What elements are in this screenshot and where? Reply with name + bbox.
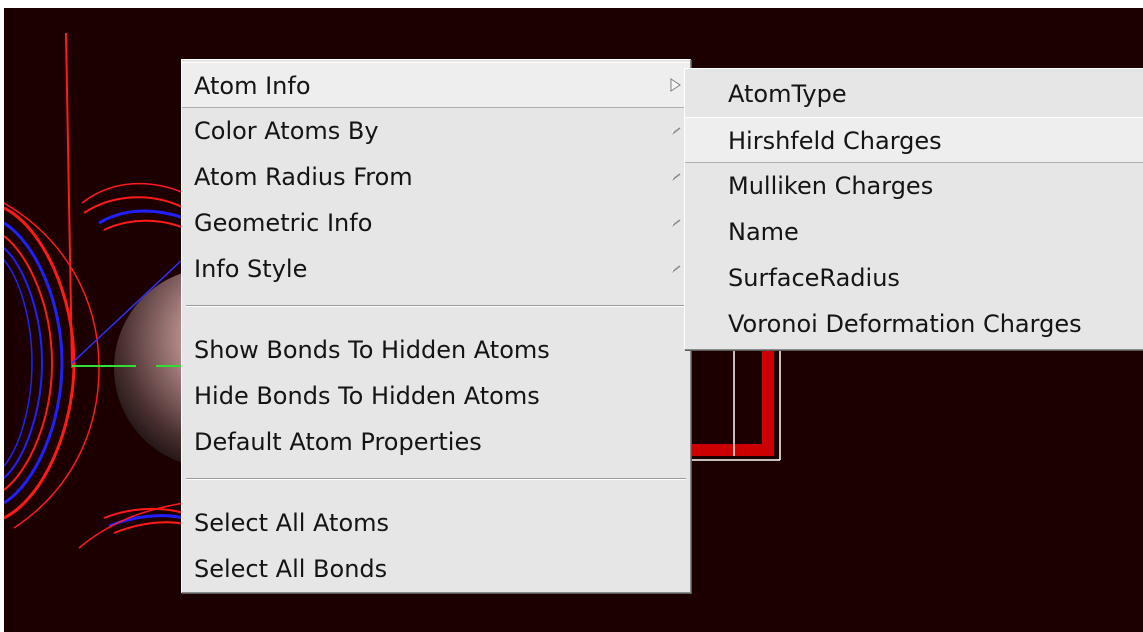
menu-item-info-style[interactable]: Info Style xyxy=(182,246,690,292)
context-menu: Atom Info Color Atoms By Atom Radius Fro… xyxy=(181,59,691,593)
menu-item-label: Select All Bonds xyxy=(194,555,388,583)
submenu-item-label: Hirshfeld Charges xyxy=(728,127,942,155)
menu-item-label: Select All Atoms xyxy=(194,509,390,537)
menu-item-label: Atom Info xyxy=(194,72,311,100)
contour-lower xyxy=(78,502,185,549)
submenu-item-label: Voronoi Deformation Charges xyxy=(728,310,1082,338)
menu-item-label: Show Bonds To Hidden Atoms xyxy=(194,336,550,364)
menu-item-label: Default Atom Properties xyxy=(194,428,482,456)
menu-item-label: Info Style xyxy=(194,255,308,283)
menu-item-select-all-bonds[interactable]: Select All Bonds xyxy=(182,546,690,592)
submenu-item-label: Mulliken Charges xyxy=(728,172,934,200)
contour-upper xyxy=(81,182,185,231)
submenu-item-atomtype[interactable]: AtomType xyxy=(685,71,1143,117)
menu-item-geometric-info[interactable]: Geometric Info xyxy=(182,200,690,246)
submenu-item-mulliken-charges[interactable]: Mulliken Charges xyxy=(685,163,1143,209)
menu-item-atom-info[interactable]: Atom Info xyxy=(182,62,690,108)
menu-item-label: Hide Bonds To Hidden Atoms xyxy=(194,382,540,410)
submenu-arrow-icon xyxy=(671,219,681,227)
menu-item-default-atom-properties[interactable]: Default Atom Properties xyxy=(182,419,690,465)
submenu-arrow-icon xyxy=(670,78,681,92)
submenu-arrow-icon xyxy=(671,173,681,181)
submenu-item-voronoi-deformation-charges[interactable]: Voronoi Deformation Charges xyxy=(685,301,1143,347)
submenu-item-label: Name xyxy=(728,218,799,246)
menu-item-hide-bonds-to-hidden-atoms[interactable]: Hide Bonds To Hidden Atoms xyxy=(182,373,690,419)
submenu-item-label: AtomType xyxy=(728,80,847,108)
menu-separator xyxy=(186,478,686,480)
menu-item-label: Geometric Info xyxy=(194,209,373,237)
bond-bars xyxy=(689,344,781,461)
menu-item-show-bonds-to-hidden-atoms[interactable]: Show Bonds To Hidden Atoms xyxy=(182,327,690,373)
submenu-item-hirshfeld-charges[interactable]: Hirshfeld Charges xyxy=(685,117,1143,163)
submenu-item-surfaceradius[interactable]: SurfaceRadius xyxy=(685,255,1143,301)
submenu-arrow-icon xyxy=(671,127,681,135)
submenu-item-name[interactable]: Name xyxy=(685,209,1143,255)
menu-item-label: Atom Radius From xyxy=(194,163,413,191)
submenu-item-label: SurfaceRadius xyxy=(728,264,900,292)
menu-item-select-all-atoms[interactable]: Select All Atoms xyxy=(182,500,690,546)
menu-item-atom-radius-from[interactable]: Atom Radius From xyxy=(182,154,690,200)
menu-item-color-atoms-by[interactable]: Color Atoms By xyxy=(182,108,690,154)
menu-separator xyxy=(186,305,686,307)
submenu-atom-info: AtomType Hirshfeld Charges Mulliken Char… xyxy=(684,68,1143,350)
menu-item-label: Color Atoms By xyxy=(194,117,379,145)
submenu-arrow-icon xyxy=(671,265,681,273)
